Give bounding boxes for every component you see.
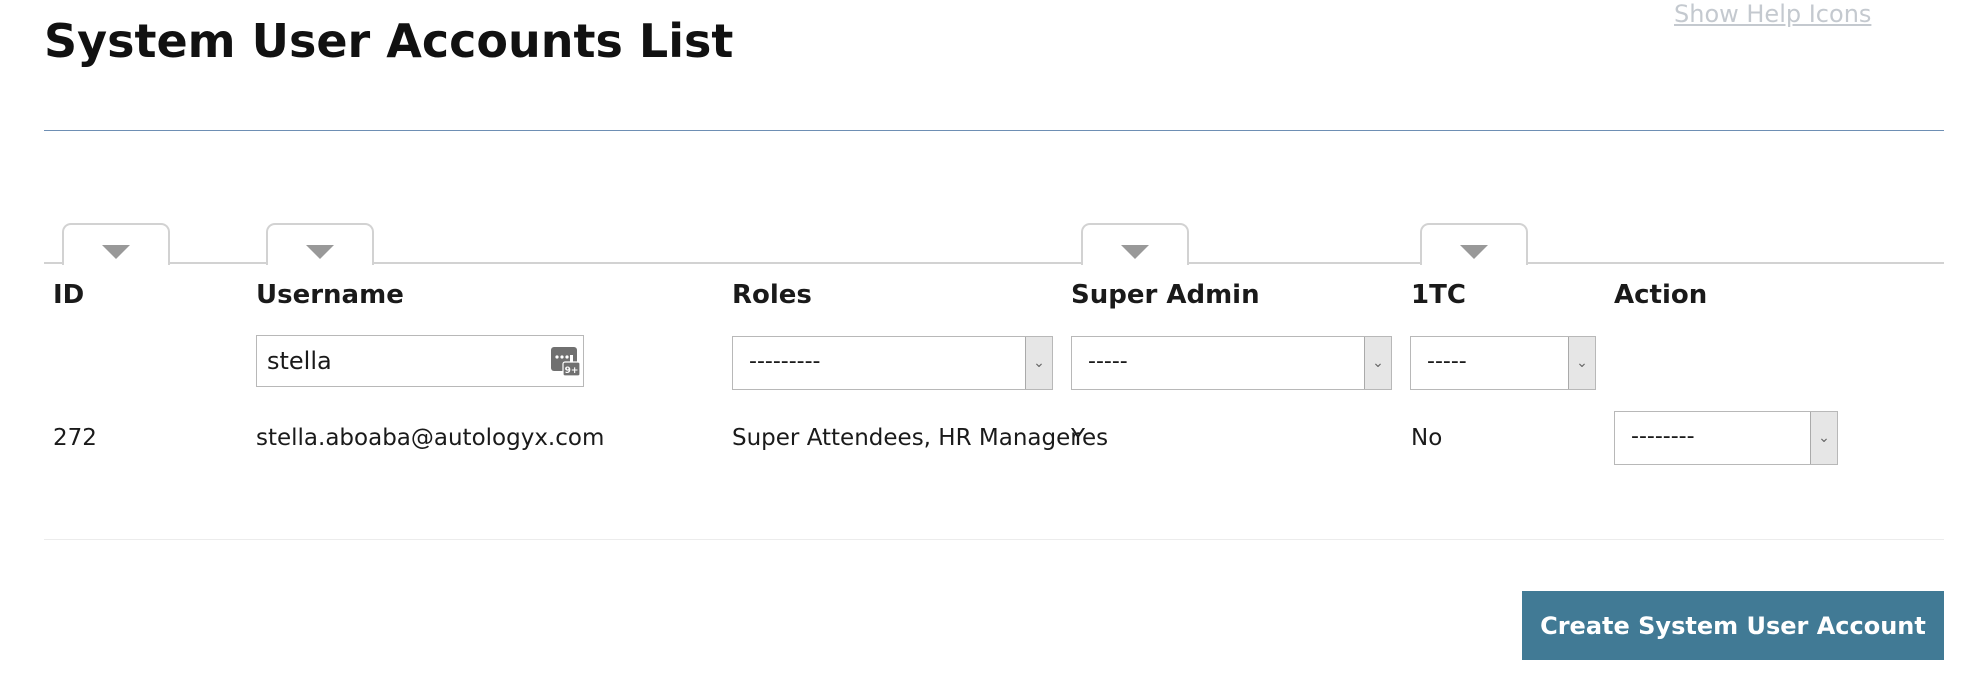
chevron-down-icon (102, 245, 130, 259)
row-1tc: No (1411, 425, 1443, 451)
roles-filter-value: --------- (749, 349, 821, 374)
filter-tab-id[interactable] (62, 223, 170, 265)
chevron-down-icon: ⌄ (1810, 412, 1837, 464)
page-title: System User Accounts List (44, 14, 734, 68)
title-divider (44, 130, 1944, 131)
chevron-down-icon: ⌄ (1025, 337, 1052, 389)
chevron-down-icon (1460, 245, 1488, 259)
filter-tab-super-admin[interactable] (1081, 223, 1189, 265)
row-username: stella.aboaba@autologyx.com (256, 425, 605, 451)
row-action-value: -------- (1631, 424, 1695, 449)
super-admin-filter-value: ----- (1088, 349, 1128, 374)
column-header-roles: Roles (732, 280, 812, 310)
column-header-username: Username (256, 280, 404, 310)
column-header-super-admin: Super Admin (1071, 280, 1260, 310)
show-help-icons-link[interactable]: Show Help Icons (1674, 0, 1871, 28)
filter-tab-1tc[interactable] (1420, 223, 1528, 265)
filter-tab-username[interactable] (266, 223, 374, 265)
keyboard-icon[interactable]: 9+ (551, 347, 581, 377)
username-filter-input[interactable] (257, 336, 537, 386)
column-header-1tc: 1TC (1411, 280, 1466, 310)
chevron-down-icon: ⌄ (1364, 337, 1391, 389)
row-roles: Super Attendees, HR Manager (732, 425, 1080, 451)
row-action-select[interactable]: -------- ⌄ (1614, 411, 1838, 465)
chevron-down-icon: ⌄ (1568, 337, 1595, 389)
chevron-down-icon (306, 245, 334, 259)
create-system-user-account-button[interactable]: Create System User Account (1522, 591, 1944, 660)
column-header-id: ID (53, 280, 85, 310)
row-super-admin: Yes (1071, 425, 1109, 451)
table-bottom-divider (44, 539, 1944, 540)
username-filter-field: 9+ (256, 335, 584, 387)
row-id: 272 (53, 425, 97, 451)
column-header-action: Action (1614, 280, 1708, 310)
svg-text:9+: 9+ (565, 366, 579, 376)
roles-filter-select[interactable]: --------- ⌄ (732, 336, 1053, 390)
super-admin-filter-select[interactable]: ----- ⌄ (1071, 336, 1392, 390)
1tc-filter-select[interactable]: ----- ⌄ (1410, 336, 1596, 390)
chevron-down-icon (1121, 245, 1149, 259)
1tc-filter-value: ----- (1427, 349, 1467, 374)
